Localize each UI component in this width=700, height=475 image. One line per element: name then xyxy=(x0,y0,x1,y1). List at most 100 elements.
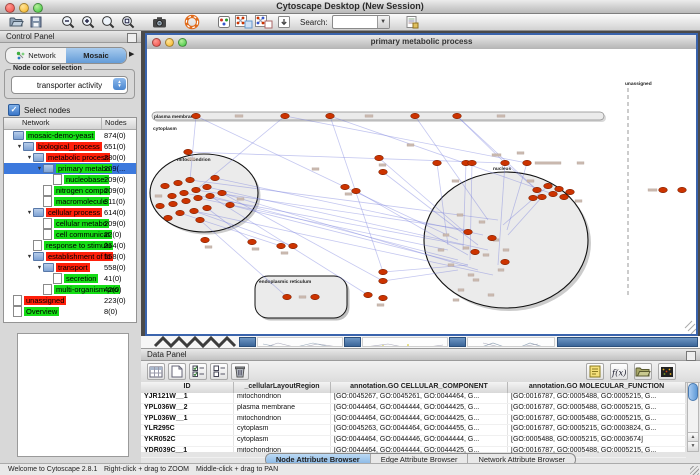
select-nodes-checkbox[interactable]: ✓ xyxy=(8,104,20,116)
attribute-table-icon[interactable] xyxy=(147,363,165,380)
help-icon[interactable] xyxy=(182,14,202,30)
network-node[interactable] xyxy=(411,113,420,118)
birds-eye-view[interactable] xyxy=(17,333,129,457)
tree-expander-icon[interactable]: ▼ xyxy=(26,254,33,260)
scroll-down-icon[interactable]: ▼ xyxy=(688,441,698,451)
zoom-out-icon[interactable] xyxy=(58,14,78,30)
frame-resize-grip[interactable] xyxy=(688,324,695,331)
tree-expander-icon[interactable]: ▼ xyxy=(36,166,43,172)
network-node[interactable] xyxy=(678,187,687,192)
vizmapper-icon[interactable] xyxy=(214,14,234,30)
network-node[interactable] xyxy=(180,190,189,195)
tree-row[interactable]: unassigned223(0) xyxy=(4,295,136,306)
snapshot-icon[interactable] xyxy=(150,14,170,30)
network-node[interactable] xyxy=(182,198,191,203)
network-node[interactable] xyxy=(281,113,290,118)
frame-close-icon[interactable] xyxy=(152,38,161,47)
dropdown-stepper-icon[interactable]: ▲▼ xyxy=(113,78,126,90)
float-panel-icon[interactable] xyxy=(686,351,696,361)
network-node[interactable] xyxy=(379,278,388,283)
tree-expander-icon[interactable]: ▼ xyxy=(26,155,33,161)
network-node[interactable] xyxy=(203,184,212,189)
attribute-import-icon[interactable] xyxy=(402,14,422,30)
network-node[interactable] xyxy=(341,184,350,189)
tree-row[interactable]: ▼metabolic process280(0) xyxy=(4,152,136,163)
tree-row[interactable]: mosaic-demo-yeast874(0) xyxy=(4,130,136,141)
network-node[interactable] xyxy=(283,294,292,299)
zoom-in-icon[interactable] xyxy=(78,14,98,30)
frame-resize-grip[interactable] xyxy=(691,329,696,334)
tree-row[interactable]: macromolecule311(0) xyxy=(4,196,136,207)
table-row[interactable]: YKR052Ccytoplasm[GO:0044464, GO:0044446,… xyxy=(141,436,686,447)
network-node[interactable] xyxy=(248,239,257,244)
tab-network[interactable]: Network xyxy=(6,48,66,63)
unselect-attributes-icon[interactable] xyxy=(210,363,228,380)
annotation-import-icon[interactable] xyxy=(274,14,294,30)
network-node[interactable] xyxy=(226,202,235,207)
table-row[interactable]: YJR121W__1mitochondrion[GO:0045267, GO:0… xyxy=(141,393,686,404)
network-node[interactable] xyxy=(471,249,480,254)
frame-zoom-icon[interactable] xyxy=(178,38,187,47)
new-attribute-icon[interactable] xyxy=(168,363,186,380)
network-node[interactable] xyxy=(375,155,384,160)
network-node[interactable] xyxy=(533,187,542,192)
float-panel-icon[interactable] xyxy=(127,33,137,43)
network-node[interactable] xyxy=(277,243,286,248)
tree-row[interactable]: secretion41(0) xyxy=(4,273,136,284)
network-node[interactable] xyxy=(501,160,510,165)
network-node[interactable] xyxy=(194,195,203,200)
table-row[interactable]: YPL036W__2plasma membrane[GO:0044464, GO… xyxy=(141,404,686,415)
network-comparison-icon[interactable] xyxy=(254,14,274,30)
node-color-dropdown[interactable]: transporter activity ▲▼ xyxy=(11,76,128,94)
tree-row[interactable]: nitrogen compo209(0) xyxy=(4,185,136,196)
tree-row[interactable]: multi-organism pro42(0) xyxy=(4,284,136,295)
tree-row[interactable]: ▼primary metabo209(... xyxy=(4,163,136,174)
network-node[interactable] xyxy=(523,160,532,165)
network-node[interactable] xyxy=(433,160,442,165)
network-node[interactable] xyxy=(192,113,201,118)
open-session-icon[interactable] xyxy=(6,14,26,30)
minimized-frame-titlebar[interactable] xyxy=(239,337,256,347)
network-canvas[interactable]: plasma membranecytoplasmmitochondrionnuc… xyxy=(147,49,696,334)
tree-row[interactable]: ▼biological_process651(0) xyxy=(4,141,136,152)
network-tree-header[interactable]: Network Nodes xyxy=(4,118,136,130)
select-attributes-icon[interactable] xyxy=(189,363,207,380)
plasma-membrane-compartment[interactable] xyxy=(152,112,604,120)
delete-attribute-icon[interactable] xyxy=(231,363,249,380)
network-view-frame[interactable]: primary metabolic process plasma membran… xyxy=(145,33,698,336)
network-node[interactable] xyxy=(326,113,335,118)
network-node[interactable] xyxy=(379,169,388,174)
network-node[interactable] xyxy=(211,175,220,180)
table-row[interactable]: YLR295Ccytoplasm[GO:0045263, GO:0044464,… xyxy=(141,425,686,436)
network-node[interactable] xyxy=(566,189,575,194)
network-node[interactable] xyxy=(352,188,361,193)
network-node[interactable] xyxy=(364,292,373,297)
network-node[interactable] xyxy=(218,190,227,195)
network-node[interactable] xyxy=(488,235,497,240)
network-merge-icon[interactable] xyxy=(234,14,254,30)
tab-overflow-icon[interactable]: ▶ xyxy=(129,50,134,58)
function-builder-icon[interactable]: f(x) xyxy=(610,363,628,380)
network-node[interactable] xyxy=(206,193,215,198)
network-node[interactable] xyxy=(529,195,538,200)
frame-resize-grip[interactable] xyxy=(685,321,692,328)
network-node[interactable] xyxy=(192,187,201,192)
search-input[interactable]: ▼ xyxy=(332,15,390,29)
network-node[interactable] xyxy=(289,243,298,248)
network-node[interactable] xyxy=(464,229,473,234)
network-node[interactable] xyxy=(156,203,165,208)
annotation-notes-icon[interactable] xyxy=(586,363,604,380)
network-node[interactable] xyxy=(379,269,388,274)
scrollbar-thumb[interactable] xyxy=(688,383,698,401)
network-node[interactable] xyxy=(203,205,212,210)
network-node[interactable] xyxy=(379,295,388,300)
network-node[interactable] xyxy=(555,186,564,191)
zoom-selected-icon[interactable] xyxy=(98,14,118,30)
tree-row[interactable]: ▼transport558(0) xyxy=(4,262,136,273)
tab-mosaic[interactable]: Mosaic xyxy=(66,48,126,63)
tree-expander-icon[interactable]: ▼ xyxy=(26,210,33,216)
search-dropdown-icon[interactable]: ▼ xyxy=(377,16,389,28)
table-scrollbar[interactable]: ▲ ▼ xyxy=(687,382,699,452)
minimized-frame-titlebar[interactable] xyxy=(449,337,466,347)
network-node[interactable] xyxy=(311,294,320,299)
